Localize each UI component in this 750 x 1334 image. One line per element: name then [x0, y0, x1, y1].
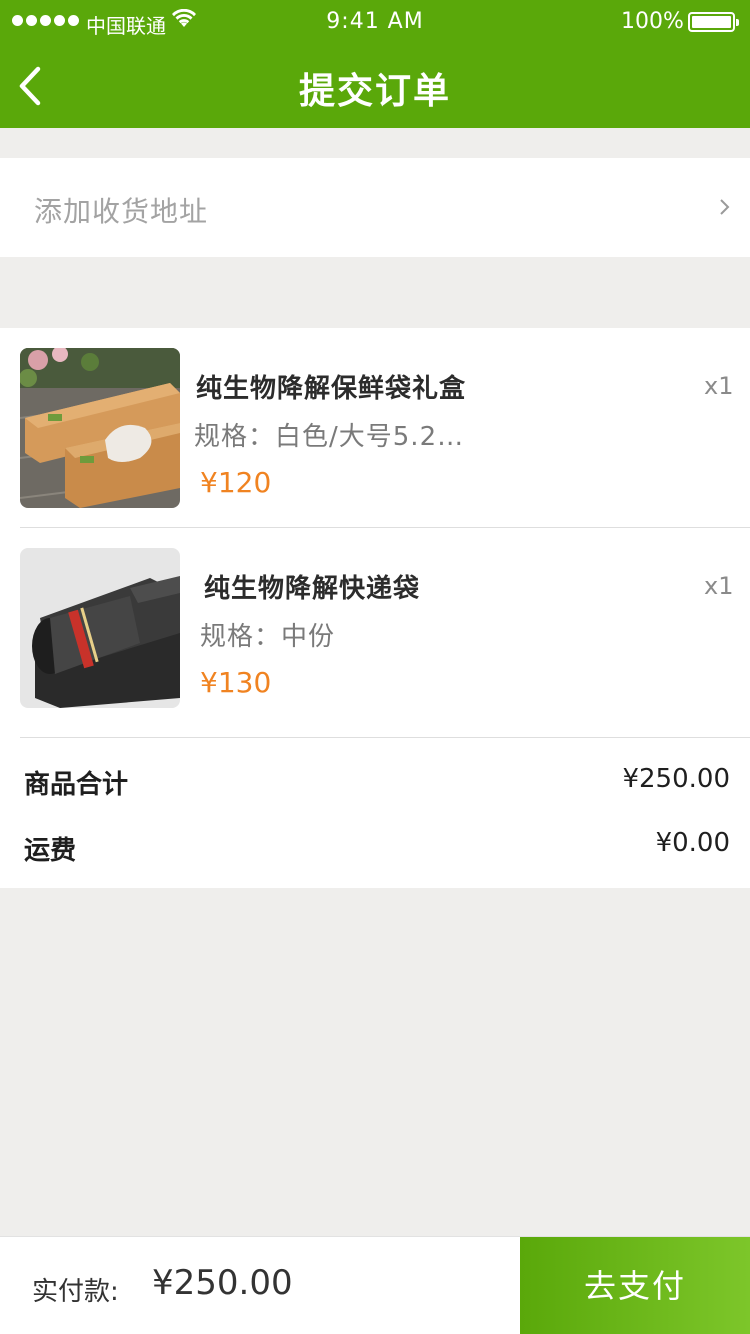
item-price: ¥120: [200, 466, 272, 499]
item-name: 纯生物降解保鲜袋礼盒: [196, 374, 467, 404]
battery-percent: 100%: [621, 9, 684, 34]
subtotal-label: 商品合计: [24, 770, 129, 800]
pay-button[interactable]: 去支付: [520, 1237, 750, 1334]
chevron-right-icon: [720, 199, 730, 215]
page-title: 提交订单: [298, 71, 451, 112]
list-item[interactable]: 纯生物降解快递袋 规格：中份 ¥130 x1: [0, 528, 750, 738]
item-spec: 规格：白色/大号5.2…: [194, 422, 465, 452]
status-bar: 中国联通 9:41 AM 100%: [0, 0, 750, 44]
product-image-courier-bag: [20, 548, 180, 708]
list-item[interactable]: 纯生物降解保鲜袋礼盒 规格：白色/大号5.2… ¥120 x1: [0, 328, 750, 528]
shipping-label: 运费: [24, 836, 77, 866]
item-quantity: x1: [704, 572, 734, 600]
item-spec: 规格：中份: [200, 622, 336, 652]
shipping-value: ¥0.00: [655, 828, 730, 858]
checkout-bar: 实付款: ¥250.00 去支付: [0, 1236, 750, 1334]
add-address-row[interactable]: 添加收货地址: [0, 158, 750, 257]
item-price: ¥130: [200, 666, 272, 699]
header: 中国联通 9:41 AM 100% 提交订单: [0, 0, 750, 128]
battery-icon: [688, 12, 739, 32]
divider: [20, 737, 750, 738]
nav-bar: 提交订单: [0, 44, 750, 128]
subtotal-value: ¥250.00: [622, 764, 730, 794]
item-name: 纯生物降解快递袋: [204, 574, 421, 604]
subtotal-row: 商品合计 ¥250.00: [0, 750, 750, 810]
item-quantity: x1: [704, 372, 734, 400]
pay-amount: ¥250.00: [152, 1263, 293, 1303]
product-image-gift-box: [20, 348, 180, 508]
add-address-label: 添加收货地址: [34, 195, 209, 228]
pay-label: 实付款:: [32, 1277, 119, 1307]
order-items: 纯生物降解保鲜袋礼盒 规格：白色/大号5.2… ¥120 x1 纯生物降解快递袋…: [0, 328, 750, 888]
shipping-row: 运费 ¥0.00: [0, 816, 750, 876]
